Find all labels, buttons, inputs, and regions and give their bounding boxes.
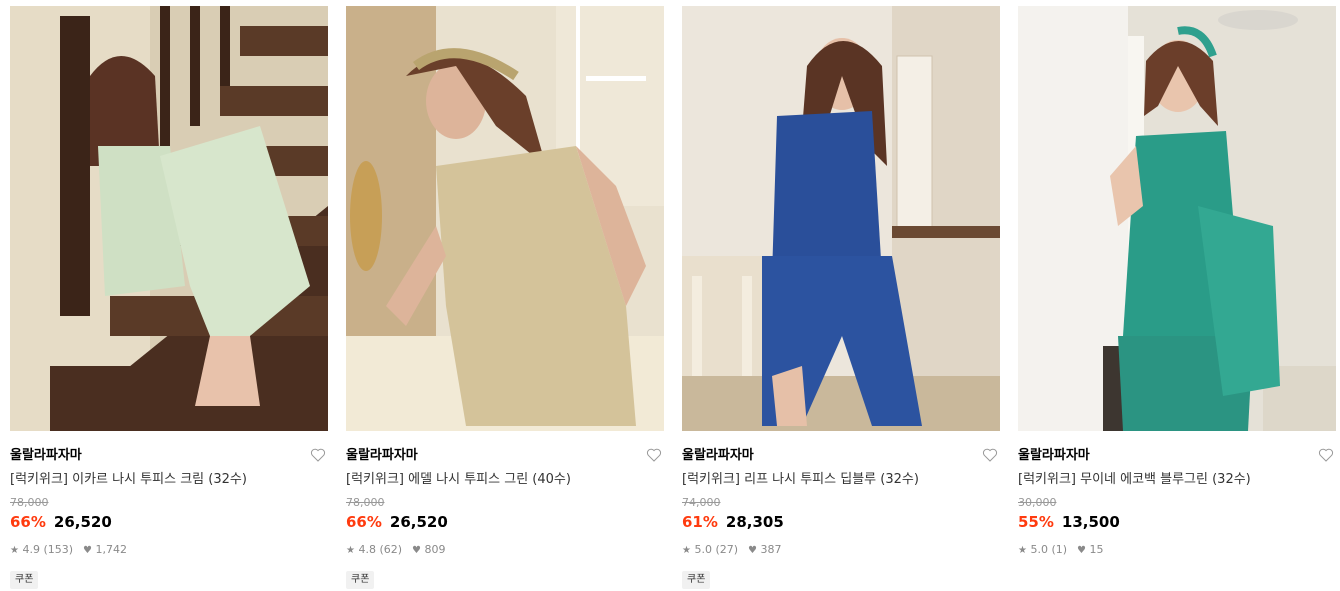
product-image[interactable]	[682, 6, 1000, 431]
product-brand[interactable]: 울랄라파자마	[1018, 447, 1336, 465]
product-card[interactable]: 울랄라파자마 [럭키위크] 무이네 에코백 블루그린 (32수) 30,000 …	[1018, 6, 1336, 558]
like-count: 15	[1089, 543, 1104, 556]
sale-price: 13,500	[1061, 513, 1120, 531]
original-price: 30,000	[1018, 496, 1057, 509]
product-title[interactable]: [럭키위크] 이카르 나시 투피스 크림 (32수)	[10, 471, 328, 488]
heart-filled-icon: ♥	[748, 545, 758, 556]
rating-text: 5.0 (27)	[694, 543, 739, 556]
original-price: 78,000	[346, 496, 385, 509]
like-count: 387	[760, 543, 782, 556]
star-icon: ★	[682, 545, 691, 556]
sale-price: 28,305	[725, 513, 784, 531]
heart-filled-icon: ♥	[412, 545, 422, 556]
original-price: 74,000	[682, 496, 721, 509]
like-count: 809	[424, 543, 446, 556]
sale-price: 26,520	[53, 513, 112, 531]
product-card[interactable]: 울랄라파자마 [럭키위크] 리프 나시 투피스 딥블루 (32수) 74,000…	[682, 6, 1000, 589]
wishlist-heart-icon[interactable]	[982, 447, 998, 463]
rating-text: 5.0 (1)	[1030, 543, 1068, 556]
discount-rate: 55%	[1018, 513, 1054, 531]
discount-rate: 66%	[346, 513, 382, 531]
wishlist-heart-icon[interactable]	[646, 447, 662, 463]
heart-filled-icon: ♥	[1077, 545, 1087, 556]
star-icon: ★	[346, 545, 355, 556]
wishlist-heart-icon[interactable]	[1318, 447, 1334, 463]
product-brand[interactable]: 울랄라파자마	[682, 447, 1000, 465]
like-count: 1,742	[95, 543, 128, 556]
product-title[interactable]: [럭키위크] 무이네 에코백 블루그린 (32수)	[1018, 471, 1336, 488]
sale-price: 26,520	[389, 513, 448, 531]
product-image[interactable]	[346, 6, 664, 431]
product-card[interactable]: 울랄라파자마 [럭키위크] 에델 나시 투피스 그린 (40수) 78,000 …	[346, 6, 664, 589]
product-title[interactable]: [럭키위크] 에델 나시 투피스 그린 (40수)	[346, 471, 664, 488]
discount-rate: 61%	[682, 513, 718, 531]
product-title[interactable]: [럭키위크] 리프 나시 투피스 딥블루 (32수)	[682, 471, 1000, 488]
product-card[interactable]: 울랄라파자마 [럭키위크] 이카르 나시 투피스 크림 (32수) 78,000…	[10, 6, 328, 589]
star-icon: ★	[10, 545, 19, 556]
coupon-badge: 쿠폰	[682, 571, 711, 589]
original-price: 78,000	[10, 496, 49, 509]
rating-text: 4.9 (153)	[22, 543, 74, 556]
product-image[interactable]	[1018, 6, 1336, 431]
wishlist-heart-icon[interactable]	[310, 447, 326, 463]
rating-text: 4.8 (62)	[358, 543, 403, 556]
product-brand[interactable]: 울랄라파자마	[346, 447, 664, 465]
product-image[interactable]	[10, 6, 328, 431]
heart-filled-icon: ♥	[83, 545, 93, 556]
product-grid: 울랄라파자마 [럭키위크] 이카르 나시 투피스 크림 (32수) 78,000…	[0, 0, 1340, 591]
coupon-badge: 쿠폰	[346, 571, 375, 589]
product-brand[interactable]: 울랄라파자마	[10, 447, 328, 465]
discount-rate: 66%	[10, 513, 46, 531]
coupon-badge: 쿠폰	[10, 571, 39, 589]
star-icon: ★	[1018, 545, 1027, 556]
